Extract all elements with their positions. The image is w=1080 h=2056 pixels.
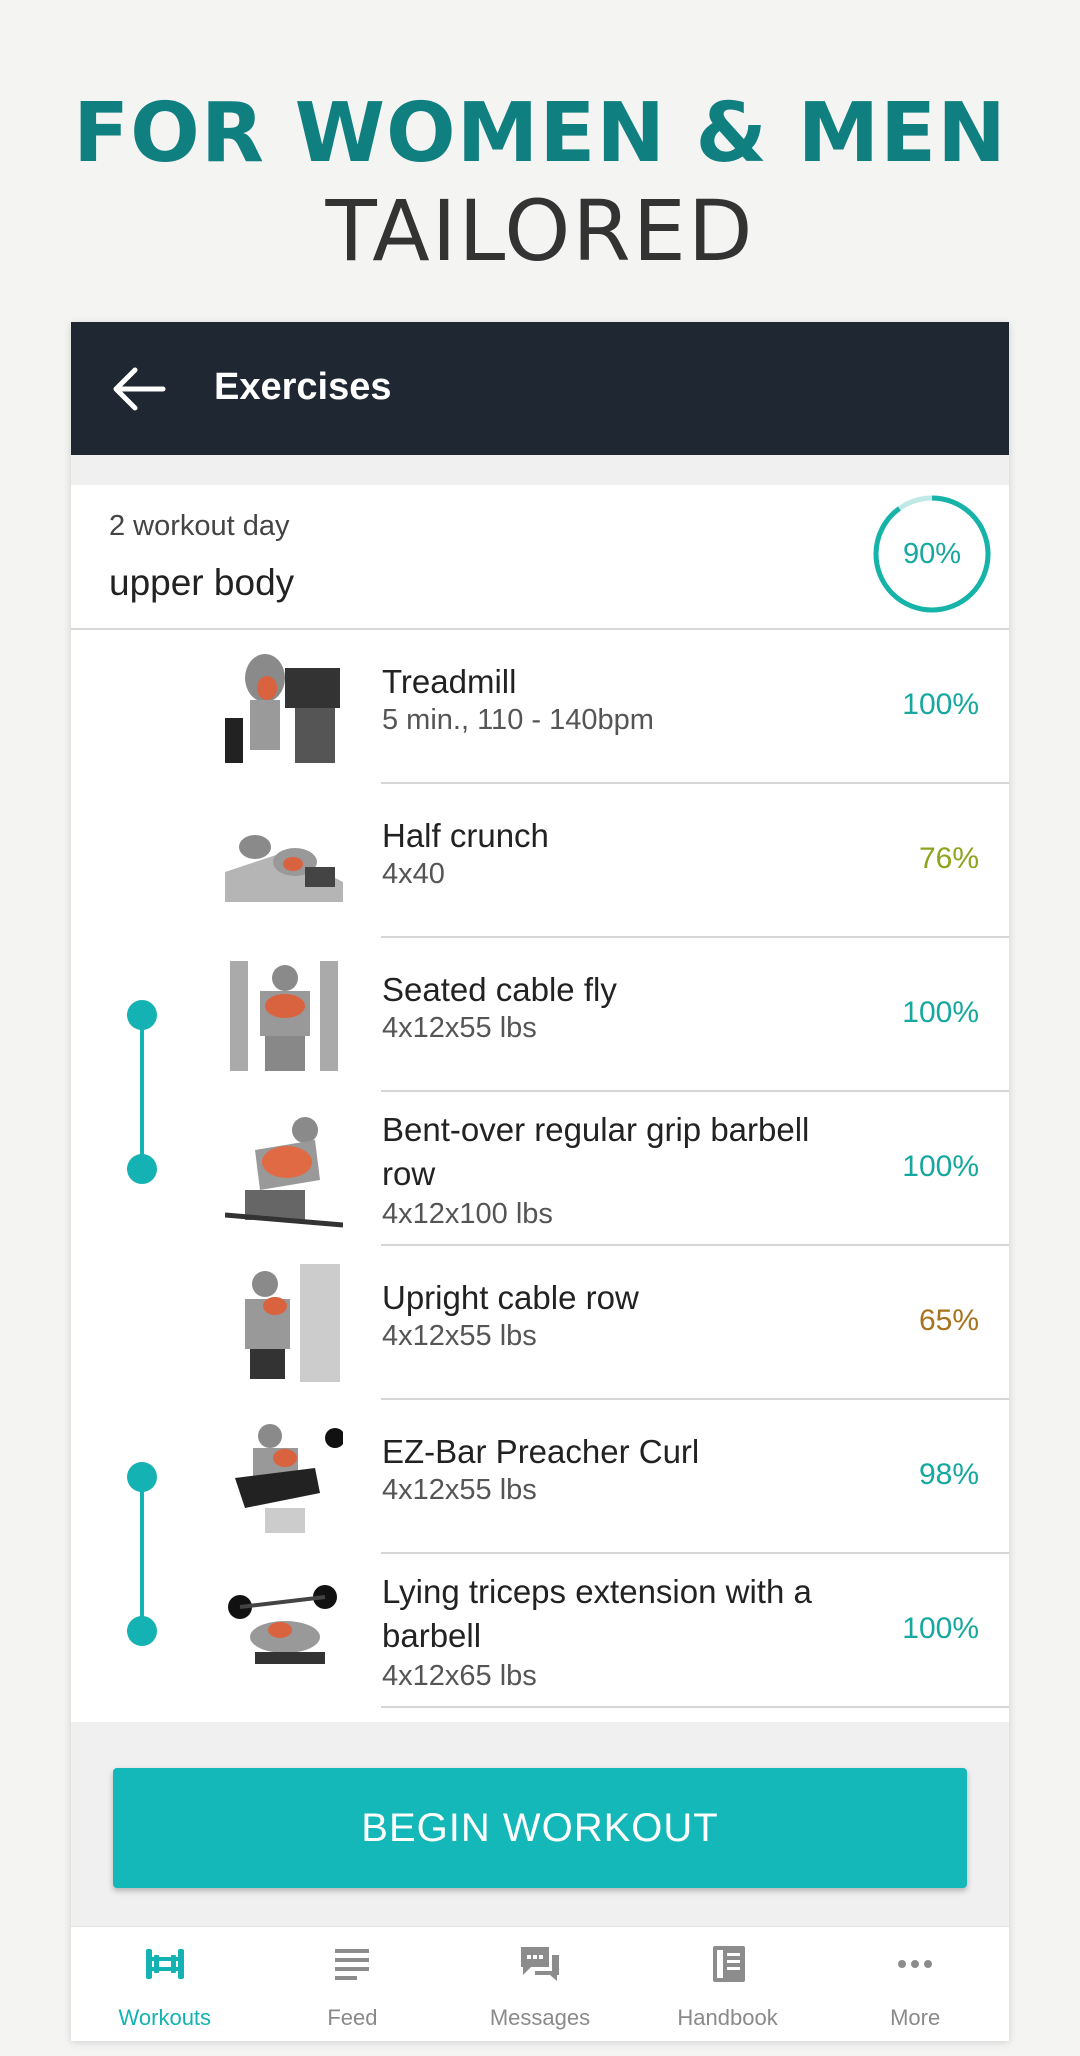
- more-dots-icon: [898, 1960, 933, 1968]
- exercise-row[interactable]: Lying triceps extension with a barbell 4x…: [71, 1554, 1009, 1708]
- workout-day-subtitle: 2 workout day: [109, 510, 290, 542]
- nav-label: Messages: [489, 2005, 591, 2030]
- promo-headline: FOR WOMEN & MEN: [73, 86, 1007, 181]
- exercise-completion: 65%: [918, 1304, 979, 1337]
- begin-workout-button[interactable]: BEGIN WORKOUT: [113, 1768, 967, 1888]
- screen-title: Exercises: [214, 366, 392, 408]
- workout-sheet: 2 workout day upper body 90% Treadmill 5 …: [71, 485, 1009, 1722]
- nav-workouts[interactable]: Workouts: [71, 1927, 259, 2041]
- exercise-detail: 4x12x55 lbs: [382, 1012, 537, 1044]
- exercise-completion: 100%: [902, 1612, 979, 1645]
- bottom-navigation: Workouts Feed Messages Handbook More: [71, 1926, 1009, 2041]
- exercise-thumbnail: [225, 1110, 343, 1228]
- exercise-name: Lying triceps extension with a barbell: [382, 1573, 812, 1654]
- nav-label: More: [890, 2005, 941, 2030]
- exercise-detail: 4x12x55 lbs: [382, 1320, 537, 1352]
- exercise-list: Treadmill 5 min., 110 - 140bpm 100% Half cr…: [71, 630, 1009, 1722]
- exercise-completion: 98%: [918, 1458, 979, 1491]
- exercise-row[interactable]: Treadmill 5 min., 110 - 140bpm 100%: [71, 630, 1009, 784]
- exercise-thumbnail: [225, 1418, 343, 1536]
- back-button[interactable]: [111, 366, 167, 412]
- exercise-thumbnail: [225, 1572, 343, 1690]
- nav-feed[interactable]: Feed: [259, 1927, 447, 2041]
- exercise-detail: 4x12x100 lbs: [382, 1198, 553, 1230]
- exercise-completion: 76%: [918, 842, 979, 875]
- exercise-name: Half crunch: [382, 817, 549, 854]
- exercise-name: EZ-Bar Preacher Curl: [382, 1433, 700, 1470]
- exercise-detail: 4x12x65 lbs: [382, 1660, 537, 1692]
- feed-lines-icon: [335, 1949, 370, 1980]
- exercise-name: Treadmill: [382, 663, 517, 700]
- nav-label: Workouts: [118, 2005, 212, 2030]
- nav-label: Feed: [327, 2005, 378, 2030]
- exercise-completion: 100%: [902, 688, 979, 721]
- nav-messages[interactable]: Messages: [446, 1927, 634, 2041]
- exercise-row[interactable]: EZ-Bar Preacher Curl 4x12x55 lbs 98%: [71, 1400, 1009, 1554]
- exercise-detail: 4x12x55 lbs: [382, 1474, 537, 1506]
- nav-more[interactable]: More: [821, 1927, 1009, 2041]
- exercise-thumbnail: [225, 1264, 343, 1382]
- exercise-detail: 5 min., 110 - 140bpm: [382, 704, 654, 736]
- exercise-thumbnail: [225, 802, 343, 920]
- exercise-row[interactable]: Bent-over regular grip barbell row 4x12x1…: [71, 1092, 1009, 1246]
- book-icon: [712, 1946, 745, 1982]
- exercise-completion: 100%: [902, 996, 979, 1029]
- exercise-row[interactable]: Upright cable row 4x12x55 lbs 65%: [71, 1246, 1009, 1400]
- arrow-left-icon: [113, 367, 166, 411]
- exercise-thumbnail: [225, 956, 343, 1074]
- dumbbell-icon: [145, 1949, 184, 1979]
- app-bar: Exercises: [71, 322, 1009, 455]
- exercise-detail: 4x40: [382, 858, 445, 890]
- exercise-thumbnail: [225, 648, 343, 766]
- exercise-row[interactable]: Seated cable fly 4x12x55 lbs 100%: [71, 938, 1009, 1092]
- app-screen: Exercises 2 workout day upper body 90% T…: [71, 322, 1009, 2041]
- exercise-name: Upright cable row: [382, 1279, 639, 1316]
- workout-day-title: upper body: [109, 562, 295, 603]
- exercise-completion: 100%: [902, 1150, 979, 1183]
- exercise-name: Bent-over regular grip barbell row: [382, 1111, 810, 1192]
- row-divider: [381, 1706, 1009, 1708]
- progress-percent: 90%: [902, 538, 962, 570]
- nav-label: Handbook: [677, 2005, 778, 2030]
- chat-bubbles-icon: [520, 1947, 559, 1981]
- exercise-row[interactable]: Half crunch 4x40 76%: [71, 784, 1009, 938]
- exercise-name: Seated cable fly: [382, 971, 617, 1008]
- promo-subheadline: TAILORED: [325, 182, 755, 280]
- workout-day-header: 2 workout day upper body 90%: [71, 485, 1009, 630]
- nav-handbook[interactable]: Handbook: [634, 1927, 822, 2041]
